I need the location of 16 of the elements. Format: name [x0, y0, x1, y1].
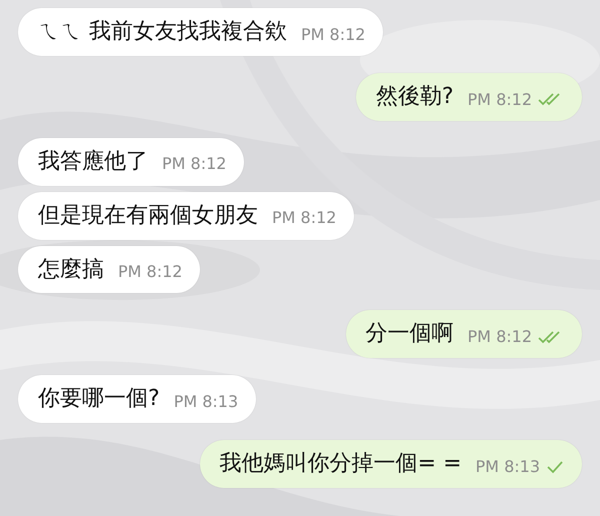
message-text: 怎麼搞 [38, 256, 104, 284]
message-text: 你要哪一個? [38, 385, 160, 414]
message-time: PM 8:12 [468, 326, 532, 348]
message-time: PM 8:12 [162, 153, 226, 176]
message-time: PM 8:12 [118, 261, 182, 284]
message-text: 然後勒? [376, 82, 454, 111]
message-time: PM 8:12 [301, 24, 366, 46]
message-text: 我他媽叫你分掉一個= = [220, 450, 462, 478]
message-time: PM 8:13 [174, 391, 238, 414]
message-text: 我答應他了 [38, 148, 148, 176]
message-time: PM 8:13 [476, 456, 540, 478]
message-text: ㄟㄟ 我前女友找我複合欸 [38, 18, 287, 46]
message-text: 但是現在有兩個女朋友 [38, 202, 258, 230]
message-time: PM 8:12 [272, 207, 336, 230]
message-text: 分一個啊 [366, 320, 454, 348]
message-time: PM 8:12 [468, 88, 532, 111]
